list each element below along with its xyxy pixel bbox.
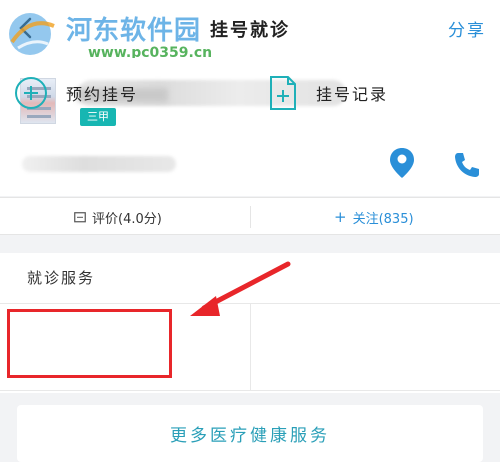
hospital-address-blurred (22, 156, 176, 172)
action-bar: 评价(4.0分) + 关注(835) (0, 197, 500, 235)
location-pin-icon[interactable] (388, 146, 416, 180)
more-health-services-label: 更多医疗健康服务 (170, 426, 330, 446)
watermark-text: 河东软件园 (66, 16, 202, 46)
highlight-box-annotation (7, 309, 172, 378)
booking-records-button[interactable]: 挂号记录 (268, 60, 488, 126)
follow-label: 关注(835) (352, 212, 414, 227)
follow-button[interactable]: + 关注(835) (334, 208, 414, 228)
plus-circle-icon (15, 77, 47, 109)
action-divider (250, 206, 251, 228)
booking-records-label: 挂号记录 (316, 85, 389, 104)
phone-icon[interactable] (452, 150, 482, 180)
plus-icon: + (334, 208, 347, 226)
more-health-services-button[interactable]: 更多医疗健康服务 (17, 405, 483, 462)
rating-label: 评价(4.0分) (92, 212, 162, 227)
section-title: 就诊服务 (27, 269, 96, 287)
rating-button[interactable]: 评价(4.0分) (74, 208, 162, 227)
share-button[interactable]: 分享 (448, 16, 486, 41)
book-appointment-label: 预约挂号 (66, 85, 139, 104)
watermark-logo-icon (9, 13, 55, 55)
red-arrow-annotation-icon (190, 261, 291, 316)
comment-icon (74, 211, 86, 222)
book-appointment-button[interactable]: 预约挂号 (14, 60, 244, 126)
document-plus-icon (270, 76, 296, 110)
section-bottom-divider (0, 390, 500, 391)
